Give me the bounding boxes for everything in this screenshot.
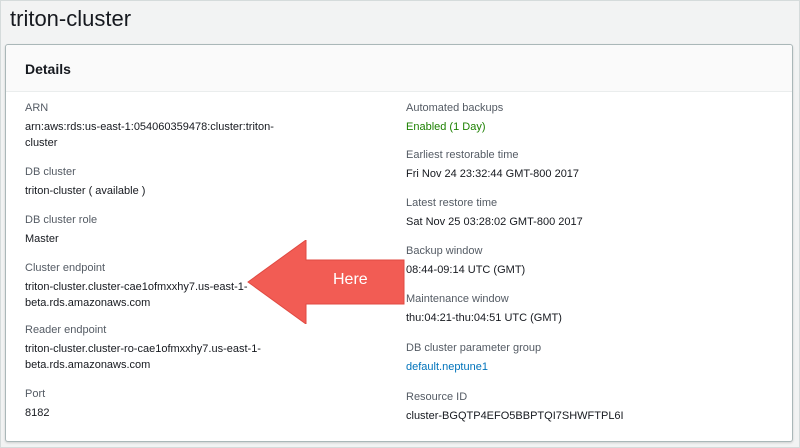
field-label: DB cluster [25,166,76,178]
field-label: Reader endpoint [25,324,107,336]
field-label: Resource ID [406,391,468,403]
field-value: Fri Nov 24 23:32:44 GMT-800 2017 [406,168,580,180]
field-value: triton-cluster ( available ) [25,185,146,197]
field-label: Earliest restorable time [406,149,519,161]
status-value: Enabled (1 Day) [406,121,486,133]
field-label: Cluster endpoint [25,262,106,274]
annotation-label: Here [333,271,368,288]
field-port: Port 8182 [25,387,49,421]
field-arn: ARN arn:aws:rds:us-east-1:054060359478:c… [25,101,274,151]
annotation-arrow [246,240,406,324]
field-value: Sat Nov 25 03:28:02 GMT-800 2017 [406,216,583,228]
field-db-cluster-parameter-group: DB cluster parameter group default.neptu… [406,341,541,375]
details-panel-header: Details [6,45,792,92]
field-value: triton-cluster.cluster-ro-cae1ofmxxhy7.u… [25,343,261,371]
field-value: cluster-BGQTP4EFO5BBPTQI7SHWFTPL6I [406,410,624,422]
page-title: triton-cluster [10,6,132,31]
field-label: Automated backups [406,102,504,114]
field-value: thu:04:21-thu:04:51 UTC (GMT) [406,312,562,324]
field-value: triton-cluster.cluster-cae1ofmxxhy7.us-e… [25,281,248,309]
field-value: 08:44-09:14 UTC (GMT) [406,264,526,276]
field-automated-backups: Automated backups Enabled (1 Day) [406,101,503,135]
field-cluster-endpoint: Cluster endpoint triton-cluster.cluster-… [25,261,248,311]
field-label: DB cluster parameter group [406,342,542,354]
field-value: arn:aws:rds:us-east-1:054060359478:clust… [25,121,274,149]
field-label: Backup window [406,245,483,257]
field-db-cluster-role: DB cluster role Master [25,213,97,247]
field-label: ARN [25,102,49,114]
field-latest-restore-time: Latest restore time Sat Nov 25 03:28:02 … [406,196,583,230]
field-db-cluster: DB cluster triton-cluster ( available ) [25,165,145,199]
parameter-group-link[interactable]: default.neptune1 [406,359,541,375]
field-label: Latest restore time [406,197,498,209]
field-reader-endpoint: Reader endpoint triton-cluster.cluster-r… [25,323,261,373]
field-label: DB cluster role [25,214,98,226]
field-value: Master [25,233,59,245]
field-earliest-restorable-time: Earliest restorable time Fri Nov 24 23:3… [406,148,579,182]
field-label: Port [25,388,46,400]
field-label: Maintenance window [406,293,509,305]
field-maintenance-window: Maintenance window thu:04:21-thu:04:51 U… [406,292,562,326]
field-value: 8182 [25,407,50,419]
details-heading: Details [25,61,71,77]
field-resource-id: Resource ID cluster-BGQTP4EFO5BBPTQI7SHW… [406,390,624,424]
arrow-left-icon [247,240,405,324]
field-backup-window: Backup window 08:44-09:14 UTC (GMT) [406,244,525,278]
